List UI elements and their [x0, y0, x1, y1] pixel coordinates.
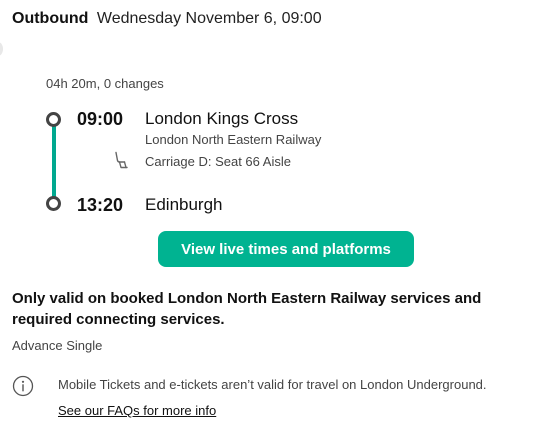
direction-label: Outbound — [12, 10, 89, 27]
underground-info-message: Mobile Tickets and e-tickets aren’t vali… — [58, 377, 487, 392]
seat-icon — [115, 151, 128, 169]
faq-link[interactable]: See our FAQs for more info — [58, 403, 216, 418]
info-icon — [12, 375, 34, 397]
arrival-station: Edinburgh — [145, 195, 223, 214]
departure-stop-dot — [46, 112, 61, 127]
departure-station: London Kings Cross — [145, 109, 299, 128]
journey-details-panel: Outbound Wednesday November 6, 09:00 04h… — [0, 0, 560, 437]
ticket-validity-notice: Only valid on booked London North Easter… — [12, 290, 482, 328]
ticket-type: Advance Single — [12, 338, 103, 353]
train-operator: London North Eastern Railway — [145, 132, 322, 147]
seat-reservation: Carriage D: Seat 66 Aisle — [145, 154, 291, 169]
departure-date-time: Wednesday November 6, 09:00 — [96, 10, 322, 27]
departure-time: 09:00 — [77, 109, 124, 129]
arrival-time: 13:20 — [77, 195, 124, 215]
view-live-times-button[interactable]: View live times and platforms — [158, 231, 414, 267]
route-line — [52, 126, 56, 198]
scroll-edge-indicator — [0, 42, 3, 56]
journey-summary: 04h 20m, 0 changes — [46, 76, 164, 91]
journey-header: Outbound Wednesday November 6, 09:00 — [12, 9, 322, 29]
arrival-stop-dot — [46, 196, 61, 211]
